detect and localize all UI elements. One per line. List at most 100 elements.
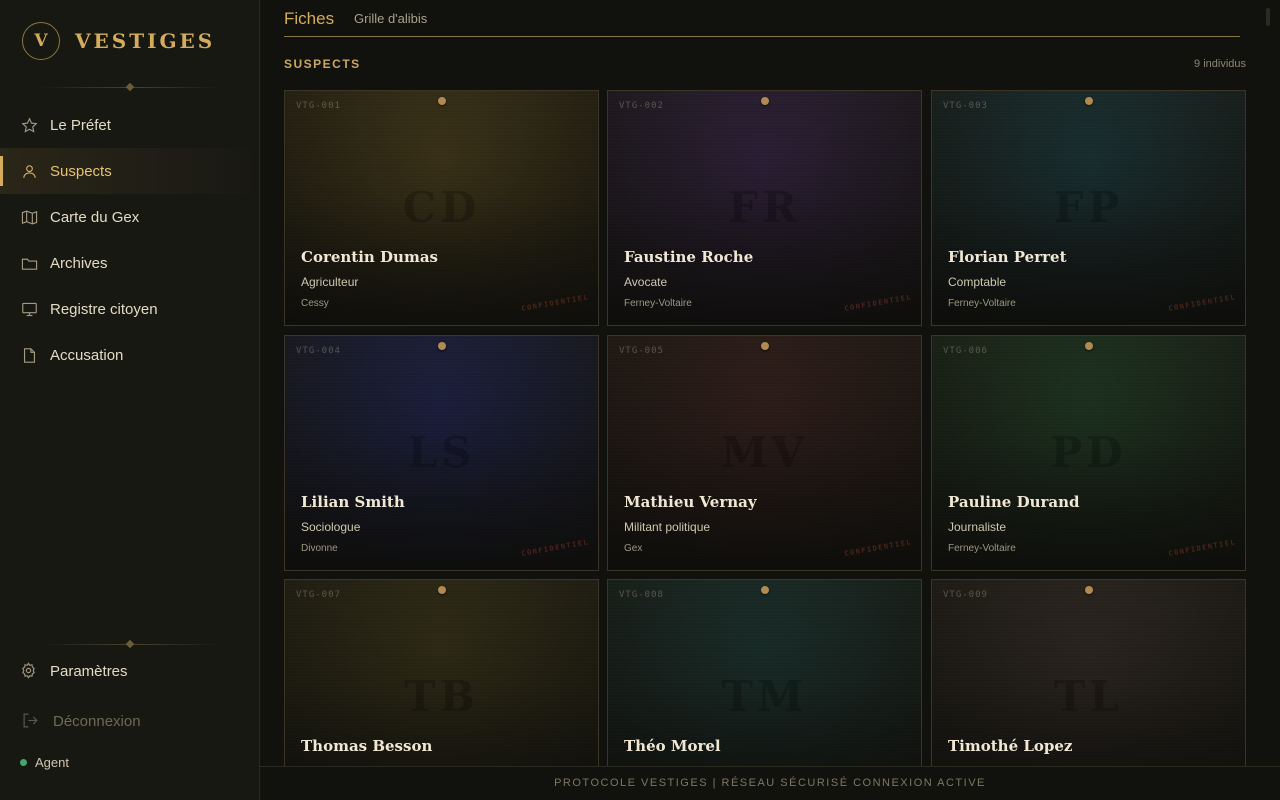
pin-icon: [1085, 342, 1093, 350]
sidebar-item-label: Archives: [50, 254, 108, 272]
pin-icon: [438, 342, 446, 350]
sidebar-item-le-prefet[interactable]: Le Préfet: [0, 102, 259, 148]
sidebar-nav: Le Préfet Suspects Carte du Gex Archives…: [0, 102, 259, 378]
card-initials: TL: [1054, 672, 1123, 721]
card-code: VTG-008: [619, 590, 664, 600]
suspect-card[interactable]: VTG-001 CD Corentin Dumas Agriculteur Ce…: [284, 90, 599, 326]
suspect-name: Pauline Durand: [948, 493, 1080, 511]
brand[interactable]: V VESTIGES: [22, 22, 215, 60]
user-icon: [20, 162, 38, 180]
suspect-name: Florian Perret: [948, 248, 1067, 266]
suspect-card[interactable]: VTG-002 FR Faustine Roche Avocate Ferney…: [607, 90, 922, 326]
sidebar-item-registre-citoyen[interactable]: Registre citoyen: [0, 286, 259, 332]
suspect-role: Comptable: [948, 275, 1007, 289]
agent-label: Agent: [35, 755, 69, 770]
map-icon: [20, 208, 38, 226]
footer-status-text: PROTOCOLE VESTIGES | RÉSEAU SÉCURISÉ CON…: [554, 777, 986, 789]
suspect-name: Timothé Lopez: [948, 737, 1073, 755]
suspect-name: Théo Morel: [624, 737, 721, 755]
card-code: VTG-005: [619, 346, 664, 356]
suspect-role: Sociologue: [301, 520, 361, 534]
pin-icon: [761, 342, 769, 350]
card-code: VTG-002: [619, 101, 664, 111]
online-status-dot-icon: [20, 759, 27, 766]
settings-button[interactable]: Paramètres: [20, 662, 128, 680]
monitor-icon: [20, 300, 38, 318]
suspect-city: Ferney-Voltaire: [624, 298, 692, 309]
brand-logo-icon: V: [22, 22, 60, 60]
sidebar-item-label: Carte du Gex: [50, 208, 140, 226]
sidebar-item-accusation[interactable]: Accusation: [0, 332, 259, 378]
star-icon: [20, 116, 38, 134]
section-title: SUSPECTS: [284, 57, 361, 71]
suspect-card[interactable]: VTG-009 TL Timothé Lopez: [931, 579, 1246, 766]
pin-icon: [761, 97, 769, 105]
suspect-name: Mathieu Vernay: [624, 493, 757, 511]
agent-status: Agent: [20, 755, 69, 770]
main-panel: Fiches Grille d'alibis SUSPECTS 9 indivi…: [260, 0, 1280, 800]
card-initials: PD: [1050, 428, 1127, 477]
sidebar-item-label: Registre citoyen: [50, 300, 158, 318]
suspect-city: Ferney-Voltaire: [948, 298, 1016, 309]
card-initials: TM: [721, 672, 808, 721]
suspect-card[interactable]: VTG-008 TM Théo Morel: [607, 579, 922, 766]
sidebar-item-archives[interactable]: Archives: [0, 240, 259, 286]
sidebar-item-label: Suspects: [50, 162, 112, 180]
card-initials: FR: [728, 183, 801, 232]
sidebar: V VESTIGES Le Préfet Suspects Carte du G…: [0, 0, 260, 800]
card-initials: FP: [1053, 183, 1124, 232]
sidebar-item-label: Le Préfet: [50, 116, 111, 134]
suspect-role: Journaliste: [948, 520, 1007, 534]
card-code: VTG-009: [943, 590, 988, 600]
brand-name: VESTIGES: [75, 29, 216, 53]
suspect-card[interactable]: VTG-006 PD Pauline Durand Journaliste Fe…: [931, 335, 1246, 571]
suspect-role: Militant politique: [624, 520, 711, 534]
card-code: VTG-007: [296, 590, 341, 600]
card-initials: LS: [407, 428, 476, 477]
settings-label: Paramètres: [50, 662, 128, 680]
tab-fiches[interactable]: Fiches: [284, 9, 334, 29]
suspect-count: 9 individus: [1194, 58, 1246, 70]
logout-label: Déconnexion: [53, 712, 141, 730]
sidebar-item-carte-du-gex[interactable]: Carte du Gex: [0, 194, 259, 240]
tab-grille-alibis[interactable]: Grille d'alibis: [354, 11, 427, 26]
card-initials: TB: [404, 672, 479, 721]
gear-icon: [20, 662, 38, 680]
sidebar-item-suspects[interactable]: Suspects: [0, 148, 259, 194]
card-initials: CD: [402, 183, 481, 232]
suspect-name: Faustine Roche: [624, 248, 754, 266]
pin-icon: [1085, 97, 1093, 105]
suspect-role: Agriculteur: [301, 275, 359, 289]
card-code: VTG-001: [296, 101, 341, 111]
card-code: VTG-004: [296, 346, 341, 356]
suspect-card[interactable]: VTG-005 MV Mathieu Vernay Militant polit…: [607, 335, 922, 571]
status-footer: PROTOCOLE VESTIGES | RÉSEAU SÉCURISÉ CON…: [260, 766, 1280, 800]
pin-icon: [438, 586, 446, 594]
suspect-grid: VTG-001 CD Corentin Dumas Agriculteur Ce…: [284, 90, 1246, 766]
pin-icon: [438, 97, 446, 105]
suspect-card[interactable]: VTG-003 FP Florian Perret Comptable Fern…: [931, 90, 1246, 326]
tab-bar: Fiches Grille d'alibis: [284, 0, 1240, 37]
suspect-city: Ferney-Voltaire: [948, 543, 1016, 554]
suspect-name: Thomas Besson: [301, 737, 433, 755]
divider-bottom: [40, 639, 220, 649]
suspect-city: Divonne: [301, 543, 338, 554]
document-icon: [20, 346, 38, 364]
sidebar-item-label: Accusation: [50, 346, 124, 364]
suspect-city: Cessy: [301, 298, 329, 309]
logout-icon: [22, 712, 40, 730]
card-code: VTG-006: [943, 346, 988, 356]
suspect-name: Lilian Smith: [301, 493, 405, 511]
suspect-name: Corentin Dumas: [301, 248, 438, 266]
scrollbar[interactable]: [1266, 8, 1270, 26]
folder-icon: [20, 254, 38, 272]
suspect-role: Avocate: [624, 275, 668, 289]
card-code: VTG-003: [943, 101, 988, 111]
divider-top: [40, 82, 220, 92]
suspect-city: Gex: [624, 543, 643, 554]
pin-icon: [761, 586, 769, 594]
card-initials: MV: [720, 428, 809, 477]
suspect-card[interactable]: VTG-004 LS Lilian Smith Sociologue Divon…: [284, 335, 599, 571]
suspect-card[interactable]: VTG-007 TB Thomas Besson: [284, 579, 599, 766]
logout-button[interactable]: Déconnexion: [22, 712, 141, 730]
